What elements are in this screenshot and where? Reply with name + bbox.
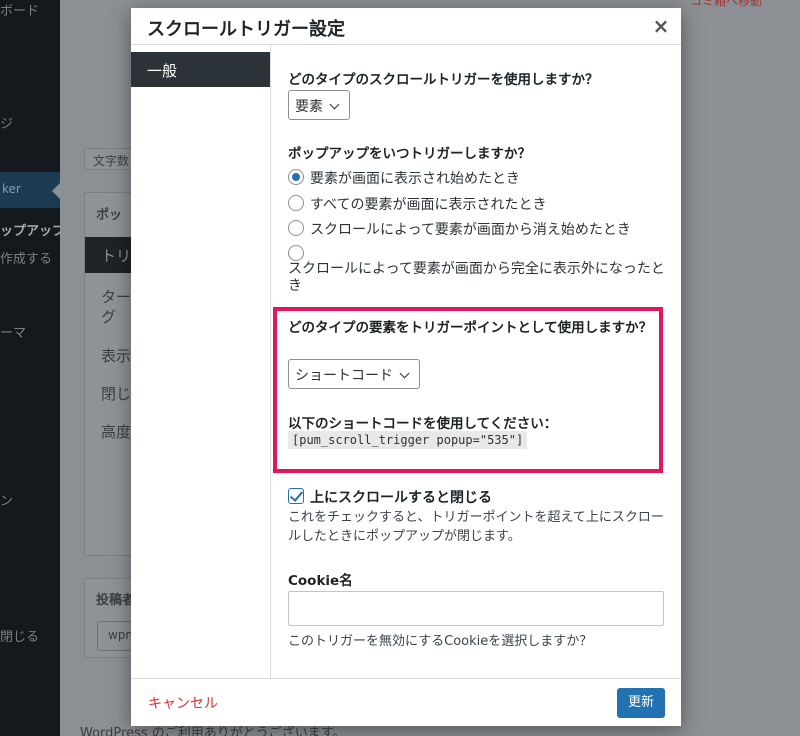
- modal-header: スクロールトリガー設定 ×: [131, 8, 681, 45]
- trigger-type-select-value: 要素: [295, 99, 323, 115]
- scroll-trigger-settings-modal: スクロールトリガー設定 × 一般 どのタイプのスクロールトリガーを使用しますか？…: [131, 8, 681, 726]
- modal-title: スクロールトリガー設定: [147, 19, 345, 40]
- trigger-option-3-label: スクロールによって要素が画面から消え始めたとき: [310, 222, 631, 238]
- close-on-scroll-label: 上にスクロールすると閉じる: [310, 490, 492, 506]
- trigger-option-1[interactable]: 要素が画面に表示され始めたとき: [288, 168, 520, 188]
- modal-footer: キャンセル 更新: [131, 678, 681, 726]
- cookie-name-label: Cookie名: [288, 573, 353, 589]
- chevron-down-icon: [329, 99, 340, 110]
- admin-sidebar: ボード ジ ker ップアップ 作成する ーマ ン 閉じる: [0, 0, 65, 736]
- trash-link[interactable]: コミ箱へ移動: [690, 0, 762, 9]
- radio-button-checked[interactable]: [288, 169, 304, 185]
- modal-tab-list: 一般: [131, 45, 271, 678]
- trigger-type-select[interactable]: 要素: [288, 90, 350, 120]
- author-box-title: 投稿者: [96, 593, 136, 608]
- radio-button[interactable]: [288, 245, 304, 261]
- trigger-option-2-label: すべての要素が画面に表示されたとき: [310, 197, 547, 213]
- author-select-value: wpn: [108, 628, 134, 642]
- sidebar-subitem-theme[interactable]: ーマ: [0, 322, 26, 341]
- trigger-option-2[interactable]: すべての要素が画面に表示されたとき: [288, 194, 546, 214]
- cancel-button[interactable]: キャンセル: [148, 693, 218, 713]
- sidebar-item-dashboard[interactable]: ボード: [0, 0, 39, 19]
- cookie-description: このトリガーを無効にするCookieを選択しますか？: [288, 634, 593, 649]
- popup-settings-title: ポッ: [96, 208, 123, 223]
- highlight-annotation-box: [273, 307, 663, 473]
- trigger-option-4-label: スクロールによって要素が画面から完全に表示外になったとき: [288, 261, 665, 294]
- trigger-when-label: ポップアップをいつトリガーしますか？: [288, 146, 531, 162]
- radio-button[interactable]: [288, 220, 304, 236]
- top-right-area: コミ箱へ移動: [680, 0, 800, 12]
- sidebar-subitem-create[interactable]: 作成する: [0, 248, 52, 267]
- sidebar-item-misc[interactable]: ン: [0, 490, 13, 509]
- close-on-scroll-checkbox[interactable]: [288, 488, 304, 504]
- trigger-type-label: どのタイプのスクロールトリガーを使用しますか？: [288, 72, 599, 88]
- popup-tab-advanced[interactable]: 高度: [101, 421, 131, 442]
- popup-tab-close[interactable]: 閉じ: [101, 383, 131, 404]
- tab-general[interactable]: 一般: [131, 52, 270, 87]
- trigger-option-1-label: 要素が画面に表示され始めたとき: [310, 171, 520, 187]
- popup-tab-display[interactable]: 表示: [101, 345, 131, 366]
- char-count-label: 文字数: [93, 154, 130, 168]
- close-on-scroll-option[interactable]: 上にスクロールすると閉じる: [288, 487, 492, 507]
- radio-button[interactable]: [288, 195, 304, 211]
- trigger-option-4[interactable]: スクロールによって要素が画面から完全に表示外になったとき: [288, 245, 666, 295]
- close-icon[interactable]: ×: [651, 15, 671, 37]
- sidebar-collapse-menu[interactable]: 閉じる: [0, 626, 39, 645]
- sidebar-subitem-popup[interactable]: ップアップ: [0, 220, 65, 239]
- char-count-box: 文字数: [84, 148, 134, 170]
- close-on-scroll-description: これをチェックすると、トリガーポイントを超えて上にスクロールしたときにポップアッ…: [288, 510, 664, 544]
- popup-tab-triggers[interactable]: トリ: [101, 245, 131, 266]
- sidebar-item-page[interactable]: ジ: [0, 113, 13, 132]
- sidebar-active-arrow: [52, 183, 60, 199]
- popup-tab-targeting[interactable]: ター グ: [101, 287, 131, 327]
- cookie-name-input[interactable]: [288, 591, 664, 626]
- update-button[interactable]: 更新: [617, 688, 665, 718]
- sidebar-item-popup-maker[interactable]: ker: [2, 182, 21, 196]
- trigger-option-3[interactable]: スクロールによって要素が画面から消え始めたとき: [288, 219, 631, 239]
